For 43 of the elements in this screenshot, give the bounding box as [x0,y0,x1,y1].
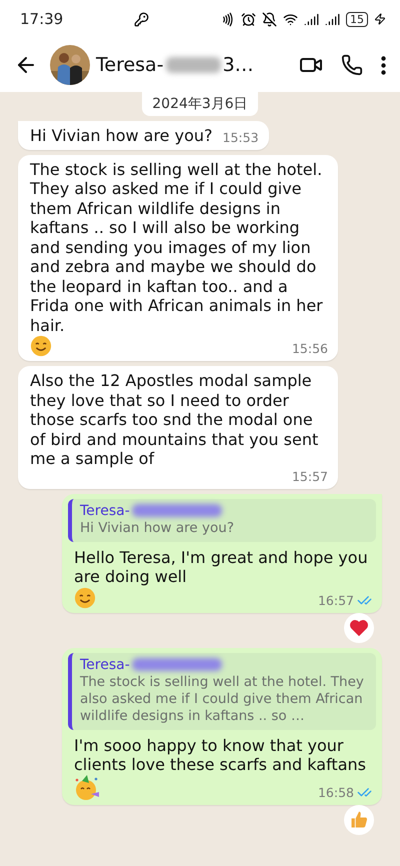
bell-off-icon [262,12,278,26]
incoming-message-bubble[interactable] [18,154,338,361]
message-time: 15:53 [222,130,259,146]
outgoing-message-bubble[interactable]: Teresa- Hi Vivian how are you? Hello Teresa, I'm great and hope you are doing well 16:57 [62,494,382,612]
redaction-blur [166,57,221,73]
reaction-badge[interactable] [344,612,374,642]
message-time: 16:58 [318,784,354,800]
message-text: Hello Teresa, I'm great and hope you are doing well [74,548,369,586]
incoming-message-bubble[interactable]: Hi Vivian how are you? 15:53 [18,121,269,150]
signal-icon [325,12,340,26]
alarm-icon [241,12,256,26]
battery-level: 15 [346,12,368,26]
signal-icon [304,12,320,26]
key-icon [134,12,150,26]
smiling-face-icon [30,335,52,357]
heart-icon [349,618,369,636]
message-text: Hi Vivian how are you? [30,126,212,146]
smiling-face-icon [74,586,96,608]
contact-name[interactable]: Teresa- [96,54,164,76]
quote-author: Teresa- [80,656,130,672]
message-time: 15:57 [292,468,328,484]
quoted-message[interactable]: Teresa- Hi Vivian how are you? [68,498,376,542]
party-face-icon [74,774,100,800]
phone-icon [341,54,363,76]
menu-icon [381,56,386,74]
status-time: 17:39 [20,10,64,28]
contact-name-end[interactable]: 3… [222,54,254,76]
quote-text: Hi Vivian how are you? [80,520,235,536]
incoming-message-bubble[interactable]: Also the 12 Apostles modal sample they love that so I need to order those scarfs too snd the modal one of bird and mountains that you sent me a sample of 15:57 [18,366,338,488]
message-text: The stock is selling well at the hotel. They also asked me if I could give them African wildlife designs in kaftans .. so I will also be working and sending you images of my lion and zebra and maybe we should do the leopard in kaftan too.. and a Frida one with African animals in her hair. [30,160,324,335]
message-text: I'm sooo happy to know that your clients love these scarfs and kaftans [74,736,367,774]
quote-author: Teresa- [80,502,130,518]
date-chip: 2024年3月6日 [142,92,258,116]
thumbs-up-icon [349,810,369,830]
message-text: Also the 12 Apostles modal sample they love that so I need to order those scarfs too snd the modal one of bird and mountains that you sent me a sample of [30,371,320,468]
outgoing-message-bubble[interactable] [62,648,382,804]
quote-text: The stock is selling well at the hotel. They also asked me if I could give them African wildlife designs in kaftans .. so … [80,674,365,724]
message-time: 15:56 [292,341,328,357]
wifi-icon [283,12,298,26]
nfc-icon [220,12,236,26]
message-time: 16:57 [318,592,354,608]
charging-icon [374,13,386,25]
quoted-message[interactable]: Teresa- The stock is selling well at the hotel. They also asked me if I could give them African wildlife designs in kaftans .. so … [68,652,376,730]
